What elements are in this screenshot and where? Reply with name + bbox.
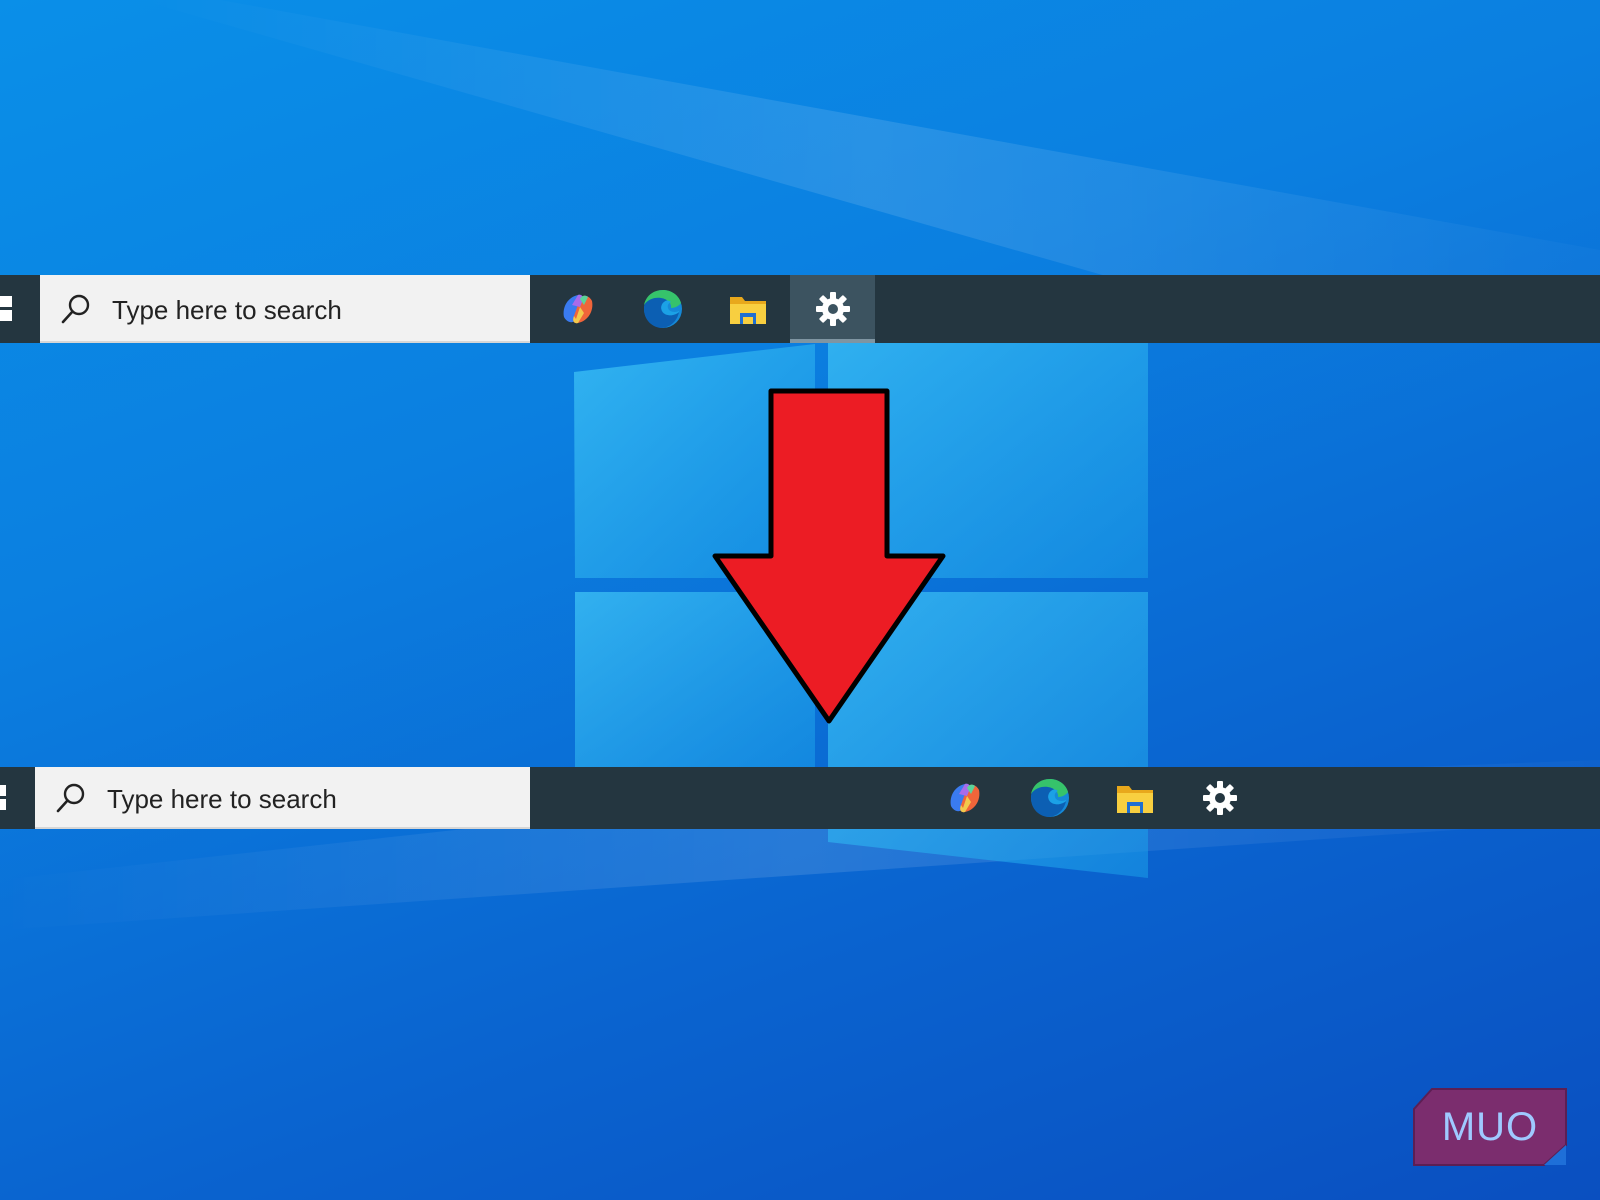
windows-logo-icon xyxy=(0,785,6,811)
gear-icon xyxy=(1202,781,1237,815)
search-icon xyxy=(56,783,85,813)
pinned-apps xyxy=(535,275,875,343)
edge-icon xyxy=(643,290,682,328)
start-button[interactable] xyxy=(0,767,40,829)
edge-icon xyxy=(1030,779,1069,817)
copilot-icon xyxy=(563,294,592,324)
taskbar-copilot[interactable] xyxy=(535,275,620,343)
taskbar-file-explorer[interactable] xyxy=(1092,767,1177,829)
watermark-text: MUO xyxy=(1442,1105,1538,1149)
taskbar-copilot[interactable] xyxy=(922,767,1007,829)
taskbar-center-aligned: Type here to search xyxy=(0,767,1600,829)
taskbar-left-aligned: Type here to search xyxy=(0,275,1600,343)
search-box[interactable]: Type here to search xyxy=(35,767,530,829)
taskbar-settings[interactable] xyxy=(1177,767,1262,829)
folder-icon xyxy=(729,297,766,324)
folder-icon xyxy=(1116,786,1153,813)
search-icon xyxy=(61,294,90,324)
start-button[interactable] xyxy=(0,275,40,343)
taskbar-edge[interactable] xyxy=(1007,767,1092,829)
down-arrow-graphic xyxy=(712,388,946,724)
pinned-apps xyxy=(922,767,1262,829)
windows-logo-icon xyxy=(0,296,12,322)
search-placeholder: Type here to search xyxy=(107,784,337,814)
taskbar-settings[interactable] xyxy=(790,275,875,343)
search-placeholder: Type here to search xyxy=(112,295,342,325)
gear-icon xyxy=(815,292,850,326)
taskbar-edge[interactable] xyxy=(620,275,705,343)
muo-watermark-logo: MUO xyxy=(1413,1088,1567,1166)
taskbar-file-explorer[interactable] xyxy=(705,275,790,343)
copilot-icon xyxy=(950,783,979,813)
search-box[interactable]: Type here to search xyxy=(40,275,530,343)
